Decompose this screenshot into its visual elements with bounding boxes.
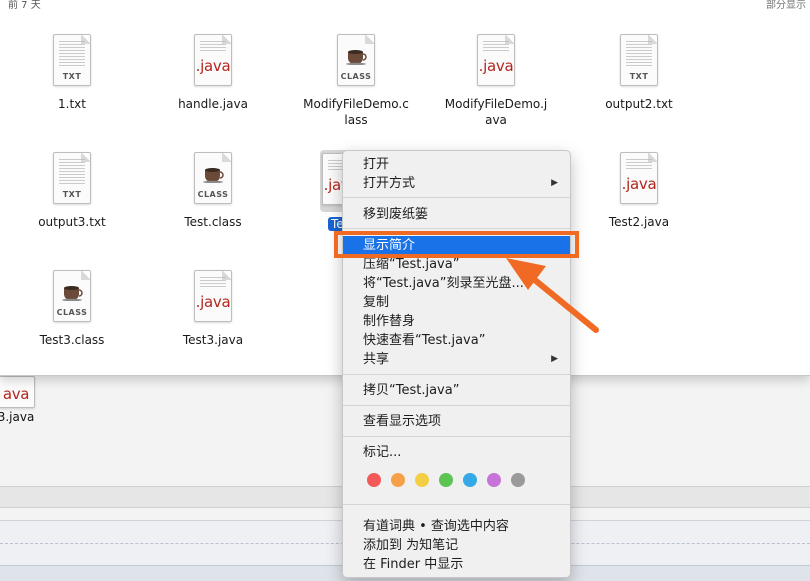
class-file-icon: CLASS [49,270,95,326]
java-file-icon: ava [0,376,39,408]
submenu-arrow-icon: ▶ [551,354,558,364]
file-type-label: ava [2,385,30,403]
java-file-icon: .java [473,34,519,90]
file-item[interactable]: TXT output3.txt [12,152,132,230]
file-name: Test2.java [608,215,670,229]
txt-file-icon: TXT [49,152,95,208]
show-less-link[interactable]: 部分显示 [766,0,806,11]
file-item[interactable]: .java Test3.java [153,270,273,348]
menu-item-make-alias[interactable]: 制作替身 [343,312,570,331]
menu-item-tags[interactable]: 标记... [343,443,570,462]
menu-separator [343,405,570,406]
tag-dot-orange[interactable] [391,473,405,487]
menu-item-show-view-options[interactable]: 查看显示选项 [343,412,570,431]
menu-separator [343,504,570,505]
txt-file-icon: TXT [616,34,662,90]
menu-item-burn-to-disc[interactable]: 将“Test.java”刻录至光盘... [343,274,570,293]
menu-separator [343,374,570,375]
menu-item-youdao-lookup[interactable]: 有道词典 • 查询选中内容 [343,517,570,536]
menu-item-quick-look[interactable]: 快速查看“Test.java” [343,331,570,350]
menu-item-copy[interactable]: 拷贝“Test.java” [343,381,570,400]
java-file-icon: .java [190,270,236,326]
tag-dot-green[interactable] [439,473,453,487]
menu-item-label: 打开方式 [363,176,416,191]
menu-item-move-to-trash[interactable]: 移到废纸篓 [343,205,570,224]
menu-item-duplicate[interactable]: 复制 [343,293,570,312]
submenu-arrow-icon: ▶ [551,178,558,188]
menu-item-share[interactable]: 共享 ▶ [343,350,570,369]
file-item[interactable]: TXT output2.txt [579,34,699,112]
file-item[interactable]: .java handle.java [153,34,273,112]
class-file-icon: CLASS [190,152,236,208]
file-name: handle.java [178,97,248,111]
context-menu: 打开 打开方式 ▶ 移到废纸篓 显示简介 压缩“Test.java” 将“Test… [342,150,571,578]
file-name: Test.class [184,215,242,229]
tag-dot-yellow[interactable] [415,473,429,487]
file-name: 1.txt [58,97,86,111]
file-item[interactable]: .java ModifyFileDemo.java [436,34,556,128]
file-item[interactable]: TXT 1.txt [12,34,132,112]
menu-item-label: 共享 [363,352,390,367]
txt-file-icon: TXT [49,34,95,90]
menu-item-add-to-wiznote[interactable]: 添加到 为知笔记 [343,536,570,555]
file-item[interactable]: .java Test2.java [579,152,699,230]
menu-item-open-with[interactable]: 打开方式 ▶ [343,174,570,193]
class-file-icon: CLASS [333,34,379,90]
menu-separator [343,436,570,437]
menu-item-open[interactable]: 打开 [343,155,570,174]
desktop-file-item[interactable]: ava 3.java [0,376,46,424]
java-file-icon: .java [616,152,662,208]
java-file-icon: .java [190,34,236,90]
file-name: output2.txt [605,97,673,111]
annotation-highlight-box [334,231,579,258]
menu-separator [343,228,570,229]
file-name: ModifyFileDemo.java [444,97,548,127]
menu-separator [343,197,570,198]
file-item[interactable]: CLASS ModifyFileDemo.class [296,34,416,128]
file-name: Test3.class [39,333,105,347]
tag-dot-red[interactable] [367,473,381,487]
file-item[interactable]: CLASS Test3.class [12,270,132,348]
file-name: 3.java [0,410,35,424]
file-item[interactable]: CLASS Test.class [153,152,273,230]
file-name: output3.txt [38,215,106,229]
file-name: Test3.java [182,333,244,347]
tag-dot-purple[interactable] [487,473,501,487]
menu-item-show-in-finder[interactable]: 在 Finder 中显示 [343,555,570,574]
section-title: 前 7 天 [8,0,41,11]
tag-dot-gray[interactable] [511,473,525,487]
file-name: ModifyFileDemo.class [303,97,409,127]
tag-dot-blue[interactable] [463,473,477,487]
